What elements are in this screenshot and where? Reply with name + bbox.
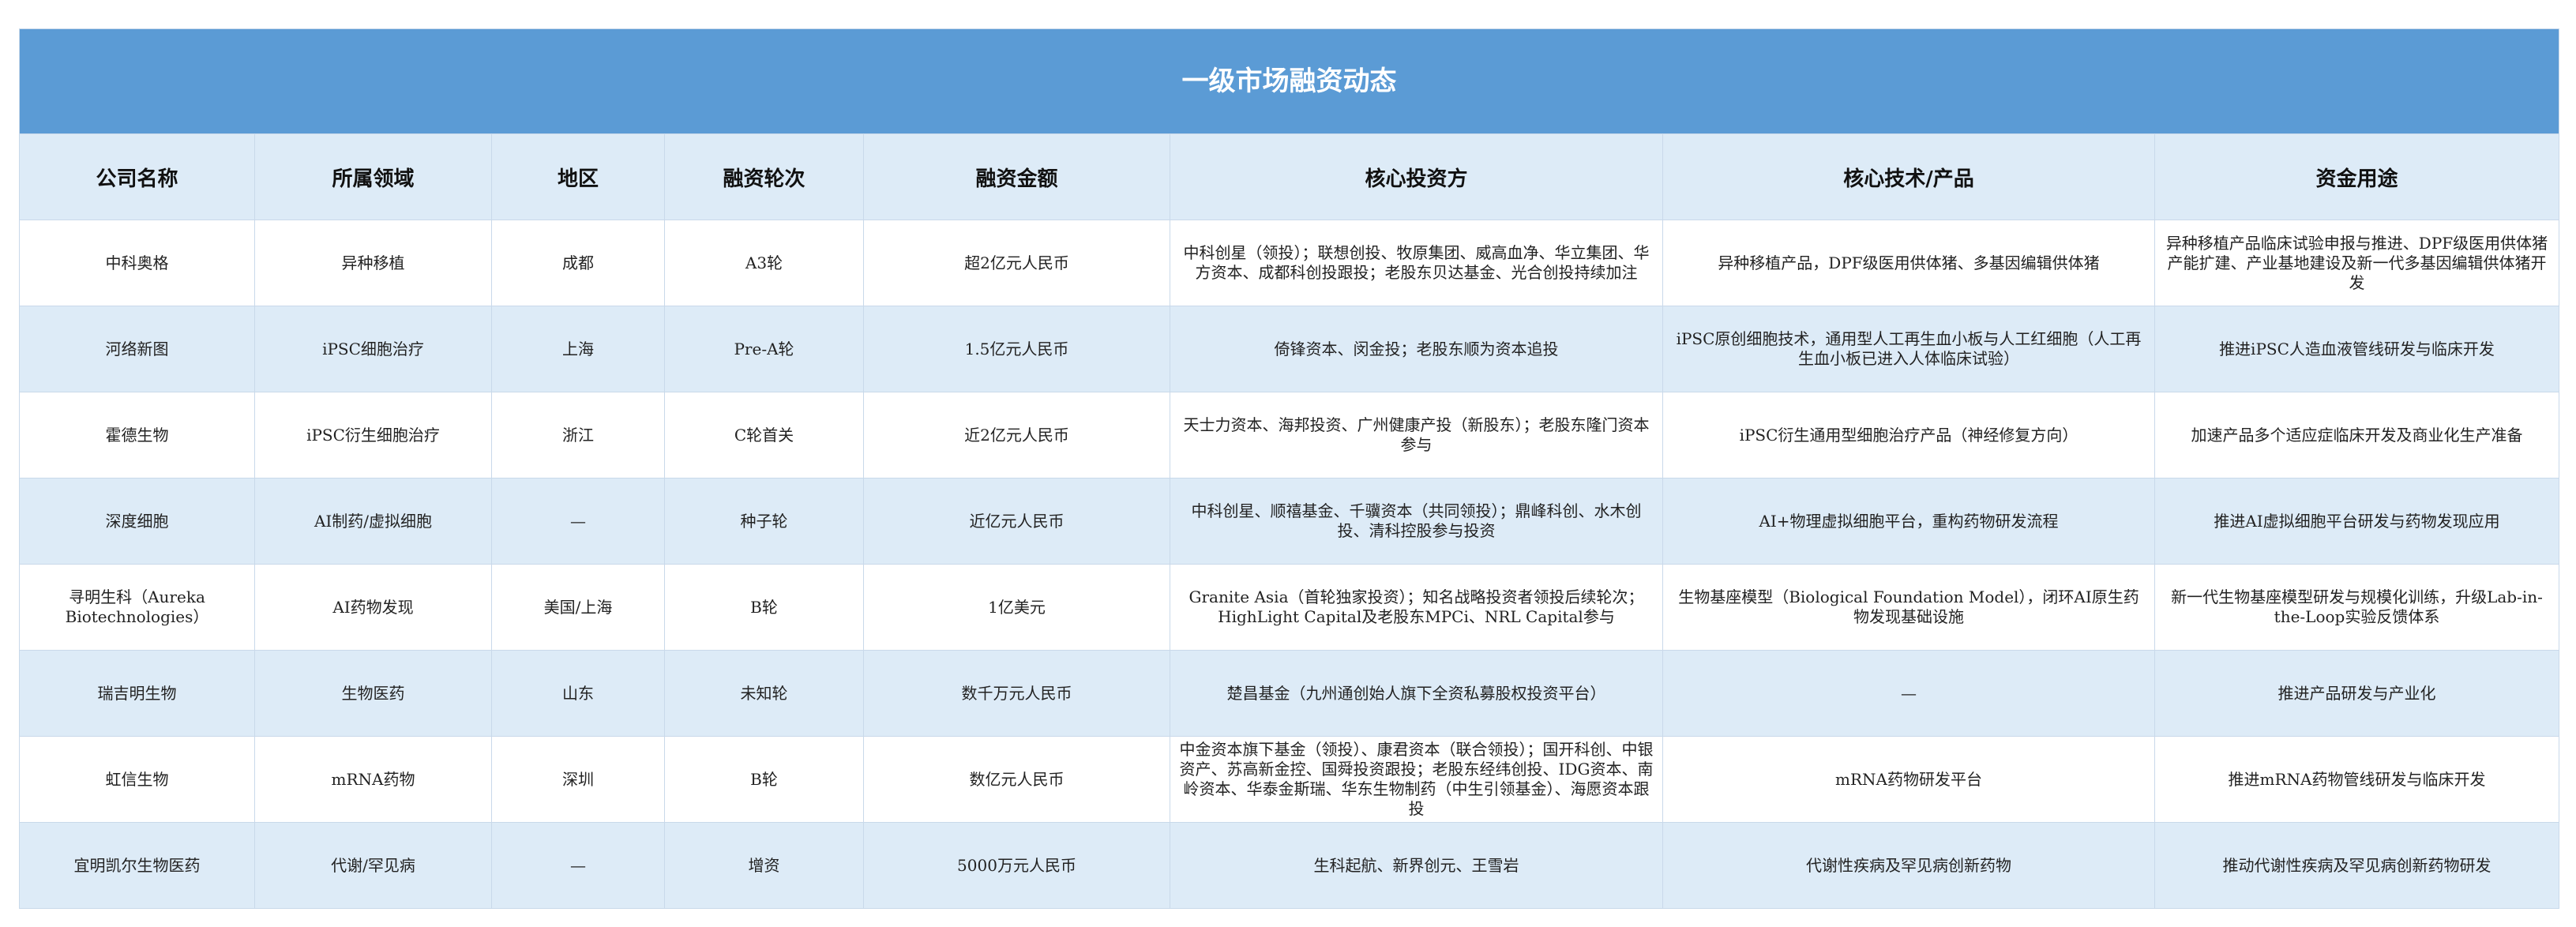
financing-table: 一级市场融资动态 公司名称 所属领域 地区 融资轮次 融资金额 核心投资方 核心…	[19, 28, 2559, 909]
cell-tech: mRNA药物研发平台	[1662, 736, 2155, 823]
header-tech: 核心技术/产品	[1662, 133, 2155, 220]
cell-investors: Granite Asia（首轮独家投资）；知名战略投资者领投后续轮次；HighL…	[1170, 564, 1663, 651]
cell-tech: iPSC衍生通用型细胞治疗产品（神经修复方向）	[1662, 392, 2155, 479]
cell-round: 种子轮	[664, 478, 864, 565]
cell-use: 推进AI虚拟细胞平台研发与药物发现应用	[2154, 478, 2559, 565]
cell-tech: 代谢性疾病及罕见病创新药物	[1662, 822, 2155, 909]
cell-investors: 天士力资本、海邦投资、广州健康产投（新股东）；老股东隆门资本参与	[1170, 392, 1663, 479]
cell-field: 生物医药	[254, 650, 492, 737]
cell-company: 河络新图	[19, 306, 255, 392]
table-row: 虹信生物 mRNA药物 深圳 B轮 数亿元人民币 中金资本旗下基金（领投）、康君…	[19, 736, 2559, 823]
table-row: 瑞吉明生物 生物医药 山东 未知轮 数千万元人民币 楚昌基金（九州通创始人旗下全…	[19, 650, 2559, 737]
cell-amount: 近亿元人民币	[863, 478, 1170, 565]
cell-region: 上海	[491, 306, 665, 392]
financing-table-sheet: 一级市场融资动态 公司名称 所属领域 地区 融资轮次 融资金额 核心投资方 核心…	[19, 28, 2559, 909]
cell-round: Pre-A轮	[664, 306, 864, 392]
cell-company: 深度细胞	[19, 478, 255, 565]
cell-region: —	[491, 478, 665, 565]
cell-amount: 数千万元人民币	[863, 650, 1170, 737]
cell-field: iPSC衍生细胞治疗	[254, 392, 492, 479]
header-region: 地区	[491, 133, 665, 220]
table-row: 宜明凯尔生物医药 代谢/罕见病 — 增资 5000万元人民币 生科起航、新界创元…	[19, 822, 2559, 909]
cell-amount: 1.5亿元人民币	[863, 306, 1170, 392]
cell-amount: 5000万元人民币	[863, 822, 1170, 909]
table-row: 寻明生科（Aureka Biotechnologies） AI药物发现 美国/上…	[19, 564, 2559, 651]
cell-region: —	[491, 822, 665, 909]
cell-company: 寻明生科（Aureka Biotechnologies）	[19, 564, 255, 651]
cell-use: 推进iPSC人造血液管线研发与临床开发	[2154, 306, 2559, 392]
cell-company: 瑞吉明生物	[19, 650, 255, 737]
cell-tech: iPSC原创细胞技术，通用型人工再生血小板与人工红细胞（人工再生血小板已进入人体…	[1662, 306, 2155, 392]
header-round: 融资轮次	[664, 133, 864, 220]
table-row: 中科奥格 异种移植 成都 A3轮 超2亿元人民币 中科创星（领投）；联想创投、牧…	[19, 220, 2559, 306]
header-row: 公司名称 所属领域 地区 融资轮次 融资金额 核心投资方 核心技术/产品 资金用…	[19, 133, 2559, 220]
header-field: 所属领域	[254, 133, 492, 220]
header-amount: 融资金额	[863, 133, 1170, 220]
cell-field: AI药物发现	[254, 564, 492, 651]
cell-round: B轮	[664, 736, 864, 823]
header-company: 公司名称	[19, 133, 255, 220]
cell-investors: 中科创星（领投）；联想创投、牧原集团、威高血净、华立集团、华方资本、成都科创投跟…	[1170, 220, 1663, 306]
cell-investors: 中金资本旗下基金（领投）、康君资本（联合领投）；国开科创、中银资产、苏高新金控、…	[1170, 736, 1663, 823]
cell-region: 美国/上海	[491, 564, 665, 651]
cell-use: 异种移植产品临床试验申报与推进、DPF级医用供体猪产能扩建、产业基地建设及新一代…	[2154, 220, 2559, 306]
table-title: 一级市场融资动态	[19, 28, 2559, 133]
cell-company: 虹信生物	[19, 736, 255, 823]
cell-tech: —	[1662, 650, 2155, 737]
header-use: 资金用途	[2154, 133, 2559, 220]
header-investors: 核心投资方	[1170, 133, 1663, 220]
cell-use: 推进mRNA药物管线研发与临床开发	[2154, 736, 2559, 823]
cell-round: C轮首关	[664, 392, 864, 479]
cell-investors: 生科起航、新界创元、王雪岩	[1170, 822, 1663, 909]
cell-field: iPSC细胞治疗	[254, 306, 492, 392]
cell-field: AI制药/虚拟细胞	[254, 478, 492, 565]
table-row: 霍德生物 iPSC衍生细胞治疗 浙江 C轮首关 近2亿元人民币 天士力资本、海邦…	[19, 392, 2559, 479]
cell-tech: AI+物理虚拟细胞平台，重构药物研发流程	[1662, 478, 2155, 565]
cell-investors: 中科创星、顺禧基金、千骥资本（共同领投）；鼎峰科创、水木创投、清科控股参与投资	[1170, 478, 1663, 565]
cell-amount: 近2亿元人民币	[863, 392, 1170, 479]
cell-tech: 生物基座模型（Biological Foundation Model），闭环AI…	[1662, 564, 2155, 651]
cell-investors: 楚昌基金（九州通创始人旗下全资私募股权投资平台）	[1170, 650, 1663, 737]
cell-tech: 异种移植产品，DPF级医用供体猪、多基因编辑供体猪	[1662, 220, 2155, 306]
cell-amount: 数亿元人民币	[863, 736, 1170, 823]
cell-round: A3轮	[664, 220, 864, 306]
cell-use: 推进产品研发与产业化	[2154, 650, 2559, 737]
cell-amount: 超2亿元人民币	[863, 220, 1170, 306]
cell-round: B轮	[664, 564, 864, 651]
cell-field: 异种移植	[254, 220, 492, 306]
cell-region: 成都	[491, 220, 665, 306]
table-row: 深度细胞 AI制药/虚拟细胞 — 种子轮 近亿元人民币 中科创星、顺禧基金、千骥…	[19, 478, 2559, 565]
cell-investors: 倚锋资本、闵金投；老股东顺为资本追投	[1170, 306, 1663, 392]
cell-company: 霍德生物	[19, 392, 255, 479]
cell-field: 代谢/罕见病	[254, 822, 492, 909]
cell-round: 增资	[664, 822, 864, 909]
cell-use: 新一代生物基座模型研发与规模化训练，升级Lab-in-the-Loop实验反馈体…	[2154, 564, 2559, 651]
cell-region: 山东	[491, 650, 665, 737]
cell-region: 深圳	[491, 736, 665, 823]
cell-use: 推动代谢性疾病及罕见病创新药物研发	[2154, 822, 2559, 909]
cell-company: 宜明凯尔生物医药	[19, 822, 255, 909]
cell-amount: 1亿美元	[863, 564, 1170, 651]
cell-field: mRNA药物	[254, 736, 492, 823]
table-row: 河络新图 iPSC细胞治疗 上海 Pre-A轮 1.5亿元人民币 倚锋资本、闵金…	[19, 306, 2559, 392]
cell-round: 未知轮	[664, 650, 864, 737]
cell-region: 浙江	[491, 392, 665, 479]
cell-use: 加速产品多个适应症临床开发及商业化生产准备	[2154, 392, 2559, 479]
cell-company: 中科奥格	[19, 220, 255, 306]
